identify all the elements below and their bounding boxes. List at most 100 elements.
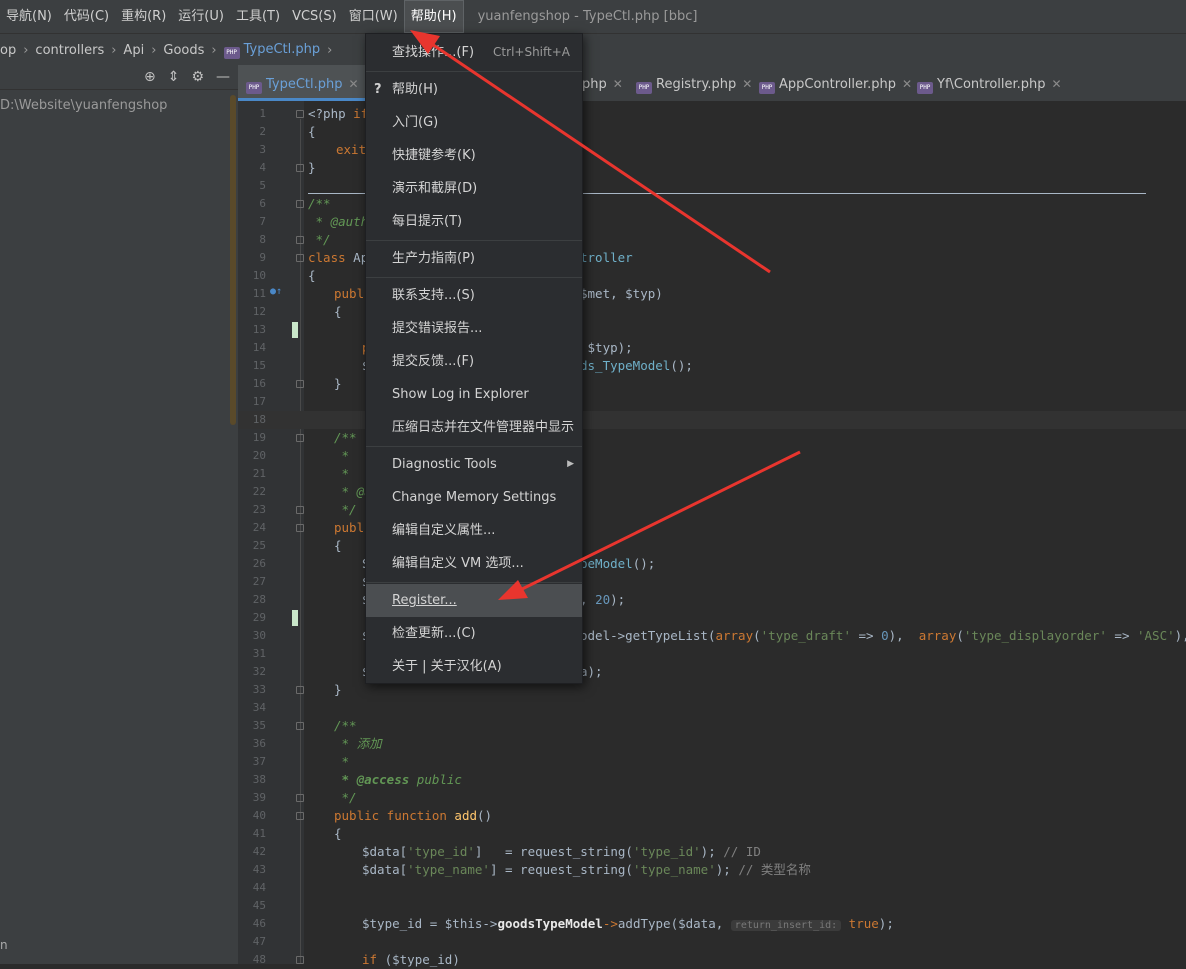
close-icon[interactable]: ✕ bbox=[349, 77, 359, 91]
menu-help[interactable]: 帮助(H) bbox=[403, 0, 464, 33]
menu-item-find-action[interactable]: 查找操作...(F) Ctrl+Shift+A bbox=[366, 36, 582, 69]
chevron-right-icon: › bbox=[327, 42, 333, 58]
code-line: $data['type_id'] = request_string('type_… bbox=[362, 844, 761, 859]
menu-bar: 导航(N) 代码(C) 重构(R) 运行(U) 工具(T) VCS(S) 窗口(… bbox=[0, 0, 1186, 33]
menu-item-contact-support[interactable]: 联系支持...(S) bbox=[366, 279, 582, 312]
menu-item-keymap[interactable]: 快捷键参考(K) bbox=[366, 139, 582, 172]
php-file-icon: PHP bbox=[759, 82, 775, 94]
menu-separator bbox=[366, 446, 582, 447]
line-number-label: 17 bbox=[252, 395, 266, 408]
close-icon[interactable]: ✕ bbox=[902, 77, 912, 91]
menu-item-label: 查找操作...(F) bbox=[392, 45, 475, 60]
code-line: { bbox=[334, 826, 342, 841]
breadcrumb-file[interactable]: PHP TypeCtl.php bbox=[223, 42, 320, 59]
menu-item-shortcut: Ctrl+Shift+A bbox=[493, 45, 570, 59]
chevron-right-icon: › bbox=[111, 42, 117, 58]
menu-navigate[interactable]: 导航(N) bbox=[0, 0, 58, 33]
breadcrumb-item[interactable]: controllers bbox=[35, 43, 104, 58]
menu-code[interactable]: 代码(C) bbox=[58, 0, 115, 33]
code-line: * bbox=[334, 754, 350, 769]
menu-item-label: 关于 | 关于汉化(A) bbox=[392, 659, 502, 674]
menu-item-diagnostic-tools[interactable]: Diagnostic Tools ▶ bbox=[366, 448, 582, 481]
panel-scrollbar[interactable] bbox=[230, 95, 236, 425]
menu-item-label: 编辑自定义 VM 选项... bbox=[392, 556, 524, 571]
gear-icon[interactable]: ⚙ bbox=[191, 69, 204, 85]
tab-appcontroller[interactable]: PHP AppController.php ✕ bbox=[759, 65, 912, 101]
menu-item-label: 入门(G) bbox=[392, 115, 439, 130]
menu-item-about[interactable]: 关于 | 关于汉化(A) bbox=[366, 650, 582, 683]
menu-item-getting-started[interactable]: 入门(G) bbox=[366, 106, 582, 139]
tab-php[interactable]: php ✕ bbox=[582, 65, 623, 101]
panel-bottom-text: n bbox=[0, 938, 8, 952]
line-number: 45 bbox=[238, 897, 1186, 915]
php-file-icon: PHP bbox=[246, 82, 262, 94]
menu-item-demos[interactable]: 演示和截屏(D) bbox=[366, 172, 582, 205]
menu-separator bbox=[366, 277, 582, 278]
breadcrumb-item[interactable]: Goods bbox=[163, 43, 204, 58]
menu-item-label: Show Log in Explorer bbox=[392, 387, 529, 402]
locate-icon[interactable]: ⊕ bbox=[144, 69, 156, 85]
project-root[interactable]: D:\Website\yuanfengshop bbox=[0, 98, 238, 113]
breadcrumb-item[interactable]: op bbox=[0, 43, 16, 58]
tab-registry[interactable]: PHP Registry.php ✕ bbox=[636, 65, 752, 101]
line-number: 47 bbox=[238, 933, 1186, 951]
menu-item-register[interactable]: Register... bbox=[366, 584, 582, 617]
menu-item-custom-vm-options[interactable]: 编辑自定义 VM 选项... bbox=[366, 547, 582, 580]
menu-item-compress-logs[interactable]: 压缩日志并在文件管理器中显示 bbox=[366, 411, 582, 444]
breadcrumb-item[interactable]: Api bbox=[123, 43, 144, 58]
menu-tools[interactable]: 工具(T) bbox=[230, 0, 286, 33]
menu-separator bbox=[366, 240, 582, 241]
tab-yf-controller[interactable]: PHP Yf\Controller.php ✕ bbox=[917, 65, 1062, 101]
collapse-all-icon[interactable]: ⇕ bbox=[168, 69, 180, 85]
minimize-icon[interactable]: — bbox=[216, 69, 230, 85]
project-panel: ⊕ ⇕ ⚙ — D:\Website\yuanfengshop n bbox=[0, 65, 239, 964]
line-number-label: 31 bbox=[252, 647, 266, 660]
menu-item-label: 编辑自定义属性... bbox=[392, 523, 496, 538]
menu-item-custom-properties[interactable]: 编辑自定义属性... bbox=[366, 514, 582, 547]
menu-refactor[interactable]: 重构(R) bbox=[115, 0, 172, 33]
menu-item-memory-settings[interactable]: Change Memory Settings bbox=[366, 481, 582, 514]
window-title: yuanfengshop - TypeCtl.php [bbc] bbox=[477, 9, 698, 24]
menu-item-label: 每日提示(T) bbox=[392, 214, 463, 229]
line-number-label: 47 bbox=[252, 935, 266, 948]
menu-item-label: 联系支持...(S) bbox=[392, 288, 475, 303]
menu-item-tip-of-day[interactable]: 每日提示(T) bbox=[366, 205, 582, 238]
menu-item-label: Register... bbox=[392, 593, 457, 608]
menu-item-show-log[interactable]: Show Log in Explorer bbox=[366, 378, 582, 411]
code-line: */ bbox=[334, 790, 357, 805]
menu-item-submit-feedback[interactable]: 提交反馈...(F) bbox=[366, 345, 582, 378]
menu-item-label: 生产力指南(P) bbox=[392, 251, 475, 266]
menu-window[interactable]: 窗口(W) bbox=[343, 0, 404, 33]
line-number-label: 18 bbox=[252, 413, 266, 426]
menu-item-submit-bug[interactable]: 提交错误报告... bbox=[366, 312, 582, 345]
chevron-right-icon: › bbox=[211, 42, 217, 58]
tab-label: Registry.php bbox=[656, 77, 737, 92]
tab-typectl[interactable]: PHP TypeCtl.php ✕ bbox=[238, 65, 365, 101]
code-line: /** bbox=[334, 718, 357, 733]
menu-item-label: Change Memory Settings bbox=[392, 490, 557, 505]
menu-separator bbox=[366, 71, 582, 72]
menu-item-help[interactable]: ? 帮助(H) bbox=[366, 73, 582, 106]
menu-item-label: 检查更新...(C) bbox=[392, 626, 476, 641]
line-number: 44 bbox=[238, 879, 1186, 897]
menu-item-check-updates[interactable]: 检查更新...(C) bbox=[366, 617, 582, 650]
menu-item-productivity-guide[interactable]: 生产力指南(P) bbox=[366, 242, 582, 275]
menu-item-label: 快捷键参考(K) bbox=[392, 148, 476, 163]
menu-vcs[interactable]: VCS(S) bbox=[286, 0, 343, 33]
breadcrumb: op › controllers › Api › Goods › PHP TypeCtl.… bbox=[0, 33, 1186, 66]
help-question-icon: ? bbox=[374, 82, 382, 97]
close-icon[interactable]: ✕ bbox=[1052, 77, 1062, 91]
menu-item-label: 提交错误报告... bbox=[392, 321, 483, 336]
close-icon[interactable]: ✕ bbox=[742, 77, 752, 91]
menu-item-label: 压缩日志并在文件管理器中显示 bbox=[392, 420, 575, 435]
menu-item-label: 提交反馈...(F) bbox=[392, 354, 475, 369]
menu-item-label: Diagnostic Tools bbox=[392, 457, 497, 472]
close-icon[interactable]: ✕ bbox=[613, 77, 623, 91]
menu-item-label: 帮助(H) bbox=[392, 82, 438, 97]
submenu-arrow-icon: ▶ bbox=[567, 459, 574, 469]
menu-run[interactable]: 运行(U) bbox=[172, 0, 230, 33]
code-line: * 添加 bbox=[334, 736, 382, 751]
tab-label: AppController.php bbox=[779, 77, 897, 92]
menu-item-label: 演示和截屏(D) bbox=[392, 181, 478, 196]
line-number-label: 13 bbox=[252, 323, 266, 336]
